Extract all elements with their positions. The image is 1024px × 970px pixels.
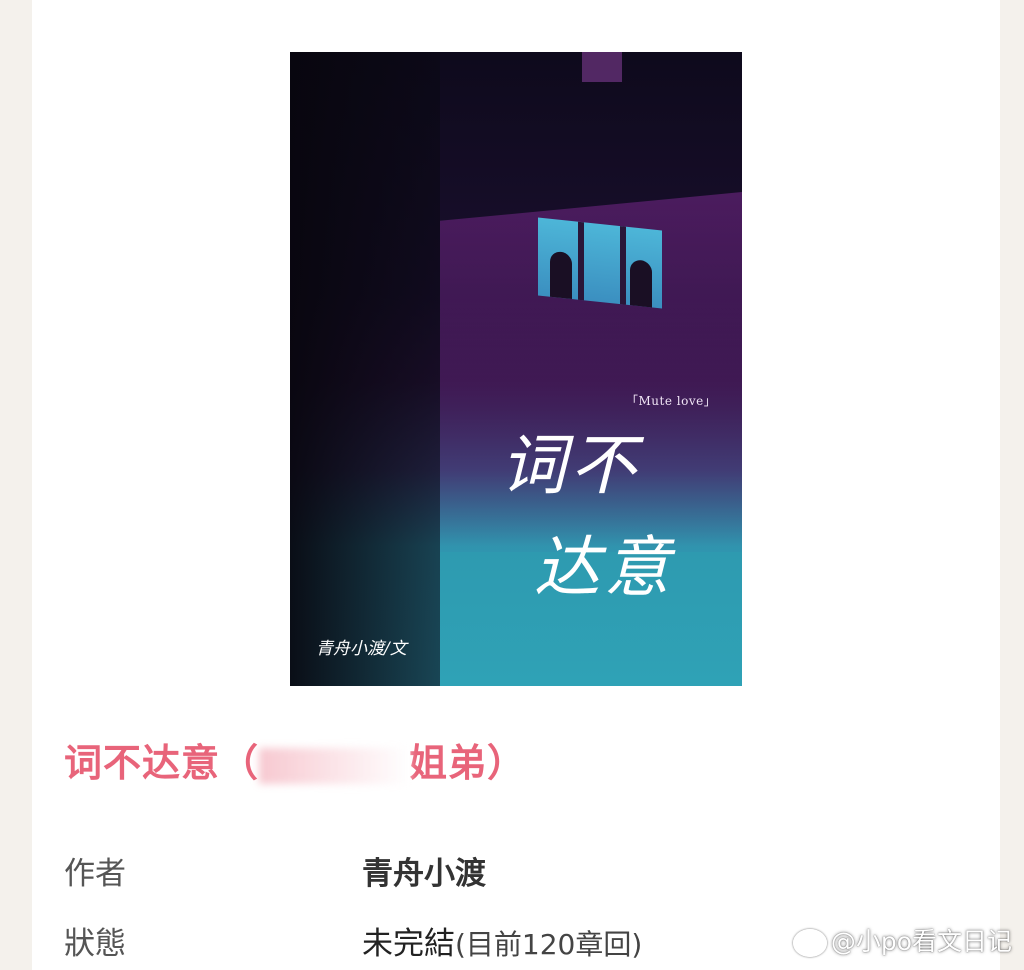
author-value[interactable]: 青舟小渡 — [362, 856, 486, 892]
cover-lit-window — [538, 217, 662, 309]
author-label: 作者 — [64, 856, 126, 892]
status-row: 狀態 未完結(目前120章回) — [64, 918, 642, 963]
status-note: (目前120章回) — [455, 928, 643, 961]
author-row: 作者 青舟小渡 — [64, 848, 486, 893]
cover-title-line-1: 词不 — [500, 427, 640, 504]
window-bar — [620, 226, 626, 305]
weibo-watermark: @小po看文日记 — [792, 922, 1012, 958]
cover-title-line-2: 达意 — [534, 529, 674, 606]
cover-author-signature: 青舟小渡/文 — [316, 639, 407, 659]
status-value: 未完結 — [362, 926, 455, 962]
watermark-text: @小po看文日记 — [830, 927, 1012, 956]
blurred-redaction — [259, 747, 410, 784]
book-cover-image[interactable]: 「Mute love」 词不 达意 青舟小渡/文 — [290, 52, 742, 686]
cover-subtitle: 「Mute love」 — [626, 394, 717, 408]
status-label: 狀態 — [64, 926, 126, 962]
silhouette-figure — [630, 259, 652, 308]
cover-shadow — [290, 52, 440, 686]
weibo-icon — [792, 929, 827, 957]
cover-top-window — [582, 52, 622, 82]
window-bar — [578, 221, 584, 301]
book-title-suffix: 姐弟） — [409, 741, 527, 785]
book-title: 词不达意（ 姐弟） — [64, 732, 526, 787]
silhouette-figure — [550, 250, 572, 300]
book-title-prefix: 词不达意（ — [64, 741, 260, 785]
